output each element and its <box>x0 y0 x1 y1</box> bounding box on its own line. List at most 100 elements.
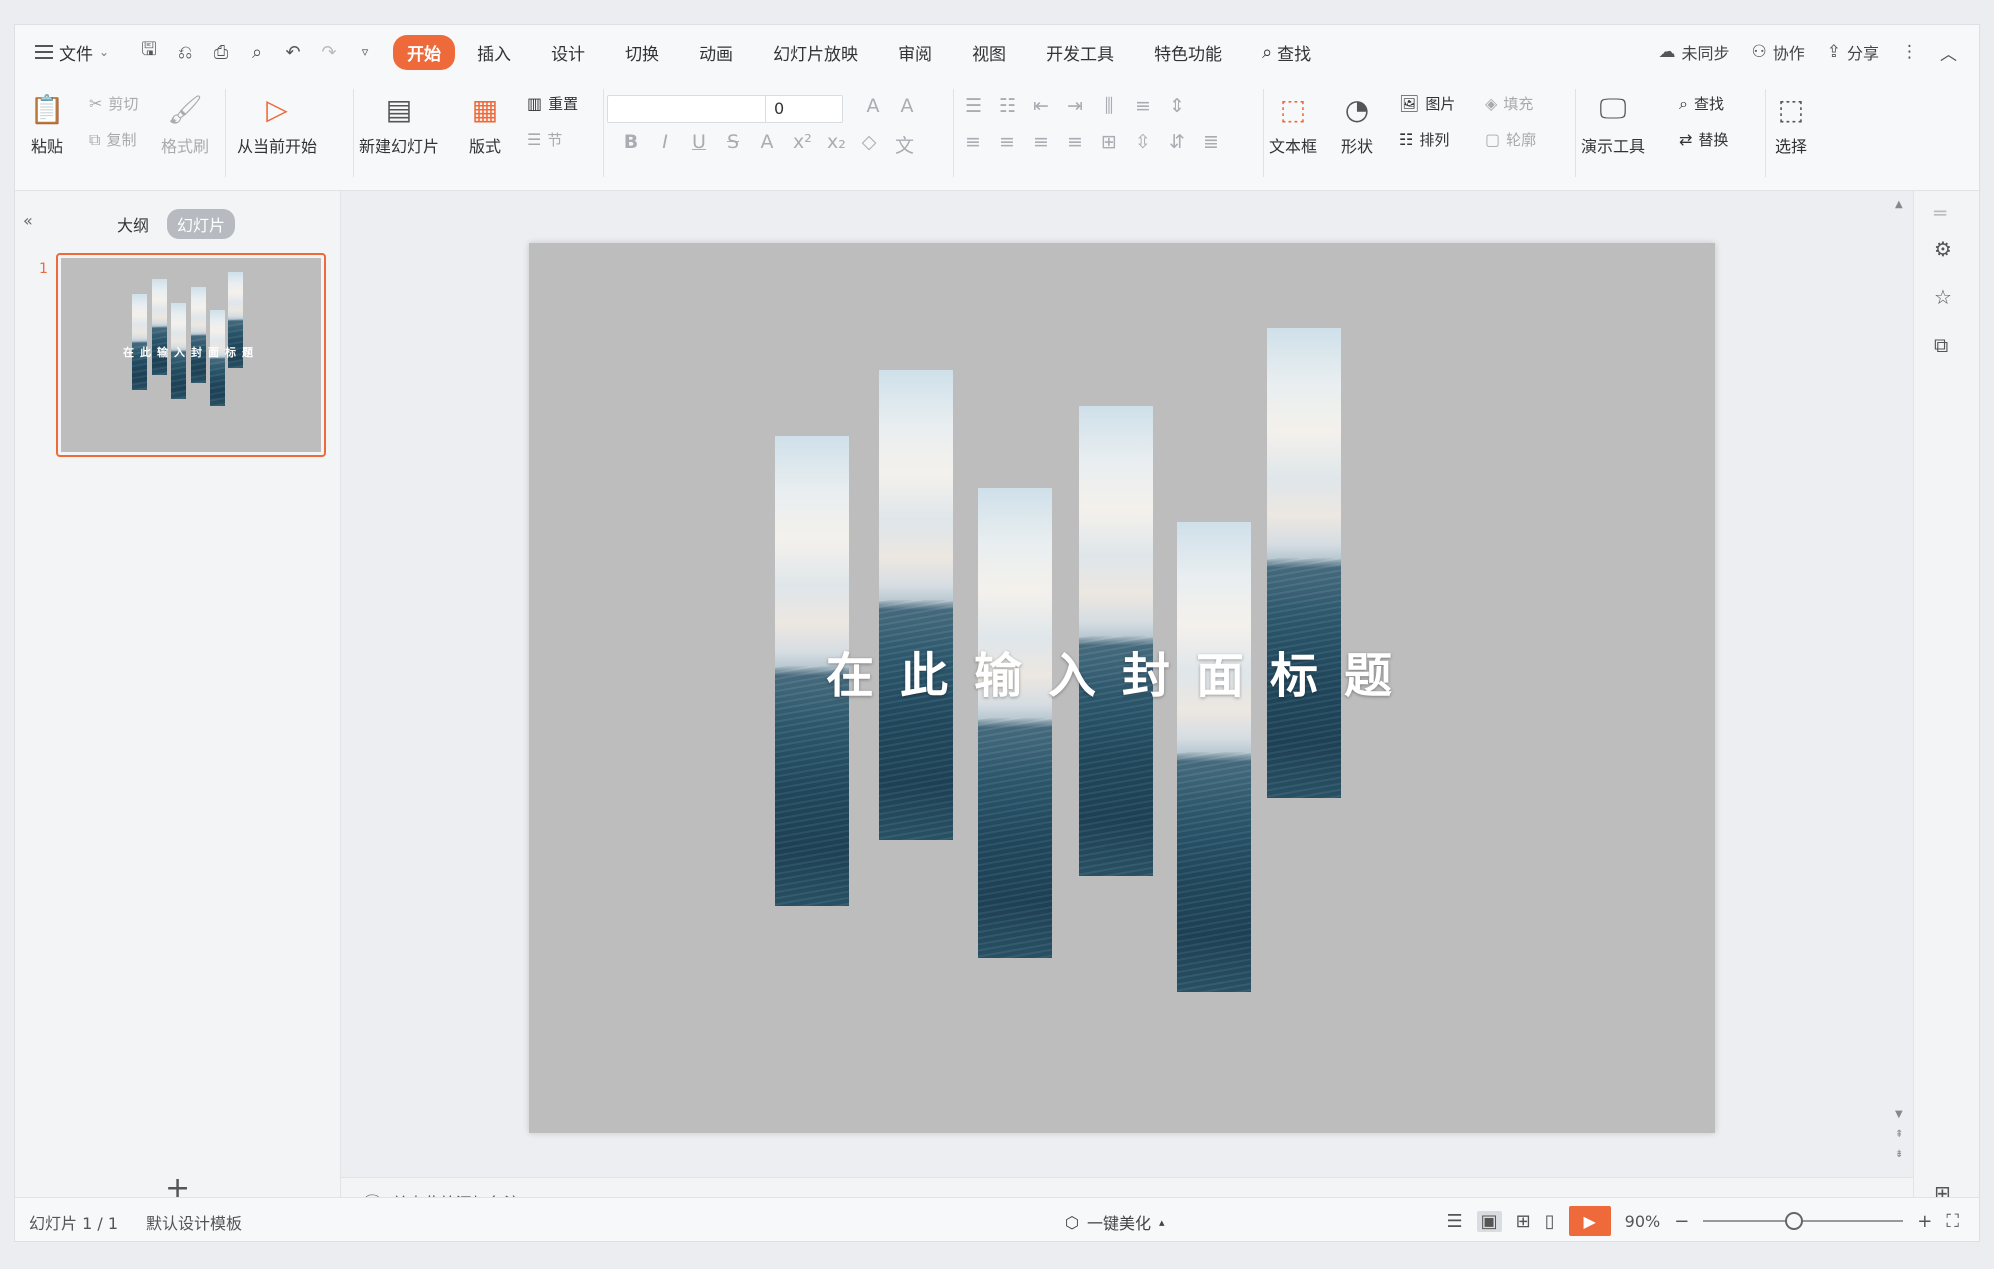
zoom-in-icon[interactable]: + <box>1917 1211 1932 1232</box>
paragraph-spacing-icon[interactable]: ≣ <box>1203 131 1219 153</box>
cut-button[interactable]: ✂ 剪切 <box>89 93 138 114</box>
redo-icon[interactable]: ↷ <box>319 42 339 63</box>
slide-thumbnail[interactable]: 在此输入封面标题 <box>56 253 326 457</box>
tab-slides[interactable]: 幻灯片 <box>167 209 236 239</box>
section-button[interactable]: ☰ 节 <box>527 129 562 150</box>
distribute-icon[interactable]: ⊞ <box>1101 131 1117 153</box>
font-family-select[interactable] <box>607 95 767 123</box>
italic-icon[interactable]: I <box>657 131 673 158</box>
scroll-down-icon[interactable]: ▼ <box>1895 1109 1903 1120</box>
outline-button[interactable]: ▢ 轮廓 <box>1485 129 1536 150</box>
new-slide-button[interactable]: ▤ 新建幻灯片 <box>359 91 439 157</box>
slide-canvas[interactable]: 在此输入封面标题 <box>529 243 1715 1133</box>
copy-button[interactable]: ⧉ 复制 <box>89 129 136 150</box>
slide-title[interactable]: 在此输入封面标题 <box>529 636 1715 706</box>
file-menu[interactable]: 文件 ⌄ <box>35 40 109 65</box>
tab-view[interactable]: 视图 <box>954 34 1024 71</box>
shrink-font-icon[interactable]: A <box>899 95 915 117</box>
collapse-ribbon-icon[interactable]: ︿ <box>1940 40 1957 65</box>
wen-icon[interactable]: 文 <box>895 131 914 158</box>
justify-icon[interactable]: ≡ <box>1067 131 1083 153</box>
vertical-scrollbar[interactable]: ▲ ▼ ⇞ ⇟ <box>1895 199 1909 1169</box>
spacing-before-icon[interactable]: ⇳ <box>1135 131 1151 153</box>
tab-developer[interactable]: 开发工具 <box>1028 34 1132 71</box>
text-box-button[interactable]: ⬚ 文本框 <box>1269 91 1317 157</box>
scroll-up-icon[interactable]: ▲ <box>1895 199 1903 210</box>
tab-review[interactable]: 审阅 <box>880 34 950 71</box>
save-icon[interactable]: 🖫 <box>139 37 159 67</box>
text-direction-icon[interactable]: ⇕ <box>1169 95 1185 117</box>
align-left-icon[interactable]: ≡ <box>965 131 981 153</box>
collapse-pane-icon[interactable]: « <box>23 211 33 230</box>
tab-insert[interactable]: 插入 <box>459 34 529 71</box>
prev-slide-icon[interactable]: ⇞ <box>1895 1129 1903 1140</box>
normal-view-icon[interactable]: ▣ <box>1476 1210 1502 1232</box>
align-right-icon[interactable]: ≡ <box>1033 131 1049 153</box>
fit-window-icon[interactable]: ⛶ <box>1946 1211 1959 1232</box>
font-size-select[interactable]: 0 <box>765 95 843 123</box>
decrease-indent-icon[interactable]: ⇤ <box>1033 95 1049 117</box>
find-button[interactable]: ⌕ 查找 <box>1679 93 1724 114</box>
sorter-view-icon[interactable]: ⊞ <box>1516 1211 1531 1232</box>
next-slide-icon[interactable]: ⇟ <box>1895 1149 1903 1160</box>
from-current-button[interactable]: ▷ 从当前开始 <box>237 91 317 157</box>
file-menu-label: 文件 <box>59 44 93 65</box>
beautify-button[interactable]: ⬡ 一键美化 ▴ <box>1065 1210 1165 1234</box>
underline-icon[interactable]: U <box>691 131 707 158</box>
template-name[interactable]: 默认设计模板 <box>146 1210 242 1234</box>
clear-format-icon[interactable]: ◇ <box>861 131 877 158</box>
undo-icon[interactable]: ↶ <box>283 42 303 63</box>
bold-icon[interactable]: B <box>623 131 639 158</box>
zoom-out-icon[interactable]: − <box>1674 1211 1689 1232</box>
select-button[interactable]: ⬚ 选择 <box>1773 91 1809 157</box>
tab-animation[interactable]: 动画 <box>681 34 751 71</box>
align-center-icon[interactable]: ≡ <box>999 131 1015 153</box>
ocean-strip <box>1267 328 1341 798</box>
line-spacing-icon[interactable]: ≡ <box>1135 95 1151 117</box>
superscript-icon[interactable]: x² <box>793 131 812 158</box>
replace-button[interactable]: ⇄ 替换 <box>1679 129 1728 150</box>
shape-button[interactable]: ◔ 形状 <box>1339 91 1375 157</box>
spacing-after-icon[interactable]: ⇵ <box>1169 131 1185 153</box>
notes-toggle-icon[interactable]: ☰ <box>1446 1211 1462 1232</box>
print-preview-icon[interactable]: ⌕ <box>247 42 267 63</box>
numbered-list-icon[interactable]: ☷ <box>999 95 1016 117</box>
subscript-icon[interactable]: x₂ <box>827 131 846 158</box>
format-brush-icon[interactable]: ⎌ <box>175 42 195 63</box>
tab-home[interactable]: 开始 <box>393 34 456 70</box>
reset-button[interactable]: ▥ 重置 <box>527 93 578 114</box>
tab-search[interactable]: ⌕ 查找 <box>1244 34 1329 71</box>
tab-slideshow[interactable]: 幻灯片放映 <box>755 34 876 71</box>
fill-button[interactable]: ◈ 填充 <box>1485 93 1533 114</box>
share-button[interactable]: ⇪ 分享 <box>1827 40 1879 64</box>
strikethrough-icon[interactable]: S <box>725 131 741 158</box>
tab-transition[interactable]: 切换 <box>607 34 677 71</box>
animation-icon[interactable]: ⧉ <box>1934 333 1948 357</box>
present-tools-button[interactable]: 🖵 演示工具 <box>1581 91 1645 157</box>
sync-button[interactable]: ☁ 未同步 <box>1658 40 1729 64</box>
star-icon[interactable]: ☆ <box>1934 285 1952 309</box>
picture-button[interactable]: 🖼 图片 <box>1399 93 1455 114</box>
font-color-icon[interactable]: A <box>759 131 775 158</box>
zoom-slider-thumb[interactable] <box>1785 1212 1804 1230</box>
tab-special[interactable]: 特色功能 <box>1136 34 1240 71</box>
customize-icon[interactable]: ▿ <box>355 45 375 60</box>
layout-button[interactable]: ▦ 版式 <box>467 91 503 157</box>
grow-font-icon[interactable]: A <box>865 95 881 117</box>
zoom-level[interactable]: 90% <box>1625 1212 1661 1231</box>
bullet-list-icon[interactable]: ☰ <box>965 95 982 117</box>
tab-outline[interactable]: 大纲 <box>107 209 159 239</box>
reading-view-icon[interactable]: ▯ <box>1545 1211 1555 1232</box>
play-slideshow-button[interactable]: ▶ <box>1568 1206 1611 1236</box>
increase-indent-icon[interactable]: ⇥ <box>1067 95 1083 117</box>
paste-button[interactable]: 📋 粘贴 <box>29 91 65 157</box>
tab-design[interactable]: 设计 <box>533 34 603 71</box>
zoom-slider[interactable] <box>1703 1212 1904 1230</box>
columns-icon[interactable]: ⫼ <box>1101 95 1117 117</box>
more-icon[interactable]: ⋮ <box>1901 42 1918 62</box>
properties-icon[interactable]: ⚙ <box>1934 237 1952 261</box>
format-painter-button[interactable]: 🖌 格式刷 <box>161 91 209 157</box>
arrange-button[interactable]: ☷ 排列 <box>1399 129 1449 150</box>
print-icon[interactable]: ⎙ <box>211 42 231 63</box>
collab-button[interactable]: ⚇ 协作 <box>1751 40 1804 64</box>
